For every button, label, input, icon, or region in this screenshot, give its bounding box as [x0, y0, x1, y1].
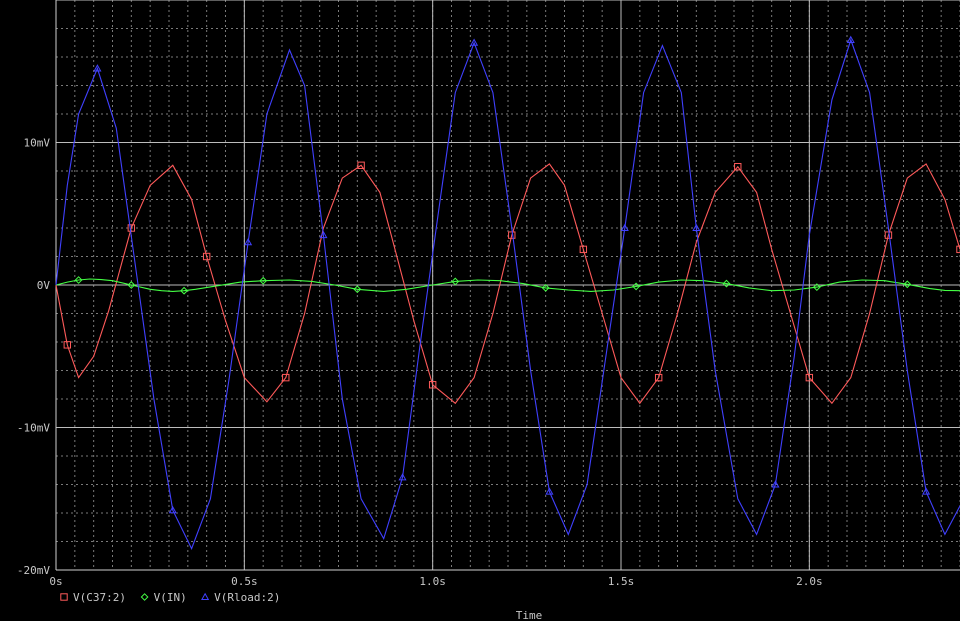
legend-marker [140, 593, 149, 601]
x-tick-label: 1.5s [608, 575, 635, 588]
y-axis-tick-labels: 10mV 0V -10mV -20mV [17, 137, 50, 578]
x-tick-label: 1.0s [419, 575, 446, 588]
legend-marker [201, 592, 210, 601]
x-tick-label: 2.0s [796, 575, 823, 588]
legend-entry: V(C37:2) [73, 591, 126, 604]
legend-entry: V(IN) [154, 591, 187, 604]
y-tick-label: 0V [37, 279, 51, 292]
waveform-plot: 10mV 0V -10mV -20mV 0s 0.5s 1.0s 1.5s 2.0s V(C3… [17, 0, 960, 621]
x-tick-label: 0.5s [231, 575, 258, 588]
y-tick-label: -20mV [17, 564, 50, 577]
x-axis-label: Time [516, 609, 543, 621]
legend: V(C37:2) V(IN) V(Rload:2) [60, 591, 280, 604]
legend-marker [60, 593, 68, 601]
legend-entry: V(Rload:2) [214, 591, 280, 604]
y-tick-label: 10mV [24, 137, 51, 150]
y-tick-label: -10mV [17, 422, 50, 435]
x-axis-tick-labels: 0s 0.5s 1.0s 1.5s 2.0s [49, 575, 822, 588]
x-tick-label: 0s [49, 575, 62, 588]
